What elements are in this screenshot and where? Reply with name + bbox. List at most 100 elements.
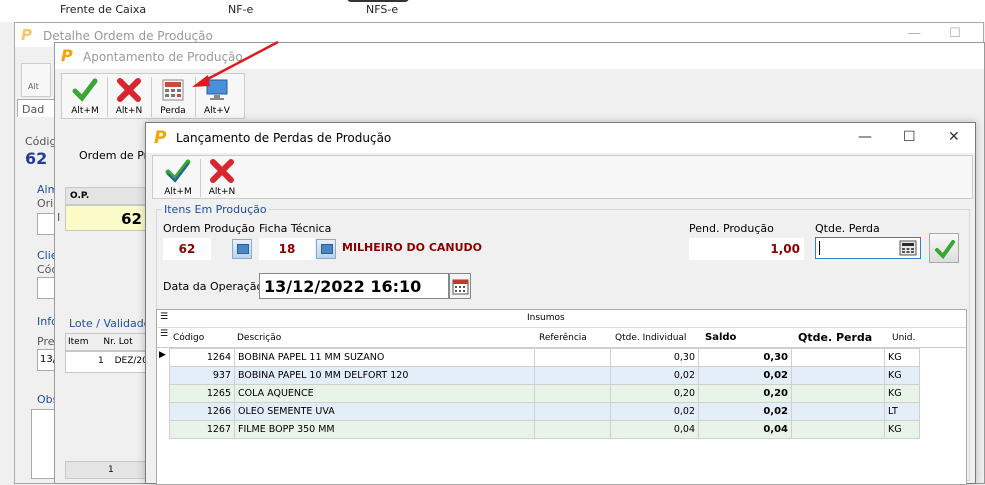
- menu-nfse[interactable]: NFS-e: [366, 3, 398, 16]
- cell-qtde-perda[interactable]: [791, 348, 885, 367]
- op-column-header[interactable]: O.P.: [65, 187, 147, 205]
- data-operacao-label: Data da Operação:: [163, 280, 267, 293]
- cell-referencia[interactable]: [534, 420, 611, 439]
- cell-codigo[interactable]: 937: [169, 366, 235, 385]
- cell-qtde-individual[interactable]: 0,02: [610, 366, 699, 385]
- minimize-button[interactable]: —: [908, 26, 921, 41]
- confirm-button[interactable]: Alt+M: [65, 75, 105, 119]
- cell-unid[interactable]: KG: [884, 384, 920, 403]
- cell-qtde-perda[interactable]: [791, 384, 885, 403]
- ordem-producao-value: 62: [178, 242, 196, 256]
- insumo-row[interactable]: 1265 COLA AQUENCE 0,20 0,20 KG: [169, 384, 920, 403]
- col-saldo[interactable]: Saldo: [705, 332, 736, 343]
- lote-row[interactable]: 1 DEZ/20: [65, 351, 147, 373]
- menu-indicator: [347, 0, 409, 2]
- dialog-cancel-button[interactable]: Alt+N: [202, 156, 242, 200]
- confirm-perda-button[interactable]: [929, 233, 959, 263]
- current-row-icon: ▶: [159, 350, 166, 360]
- dialog-title: Lançamento de Perdas de Produção: [176, 131, 392, 145]
- calculator-icon[interactable]: [899, 240, 917, 256]
- op-cell[interactable]: 62: [65, 205, 147, 231]
- cancel-icon: [210, 159, 234, 183]
- cell-codigo[interactable]: 1267: [169, 420, 235, 439]
- qtde-perda-input[interactable]: [815, 237, 921, 259]
- cell-saldo[interactable]: 0,20: [698, 384, 792, 403]
- cell-unid[interactable]: KG: [884, 420, 920, 439]
- cell-qtde-individual[interactable]: 0,20: [610, 384, 699, 403]
- top-menu-bar: Frente de Caixa NF-e NFS-e: [0, 0, 985, 22]
- cell-qtde-individual[interactable]: 0,30: [610, 348, 699, 367]
- cell-descricao[interactable]: BOBINA PAPEL 11 MM SUZANO: [234, 348, 535, 367]
- data-operacao-value: 13/12/2022 16:10: [264, 277, 422, 296]
- lote-pager[interactable]: 1: [65, 461, 147, 479]
- calendar-icon: [452, 279, 469, 295]
- ficha-lookup-button[interactable]: [316, 239, 336, 259]
- col-referencia[interactable]: Referência: [539, 333, 587, 343]
- cell-referencia[interactable]: [534, 366, 611, 385]
- ficha-tecnica-value-box: 18: [259, 238, 315, 260]
- app-logo-icon: P: [154, 128, 167, 148]
- cell-codigo[interactable]: 1264: [169, 348, 235, 367]
- data-operacao-input[interactable]: 13/12/2022 16:10: [259, 273, 449, 299]
- calendar-button[interactable]: [449, 273, 471, 299]
- item-header[interactable]: Item: [68, 337, 89, 347]
- cell-saldo[interactable]: 0,04: [698, 420, 792, 439]
- insumo-row[interactable]: 1267 FILME BOPP 350 MM 0,04 0,04 KG: [169, 420, 920, 439]
- menu-frente-caixa[interactable]: Frente de Caixa: [60, 3, 146, 16]
- column-chooser-icon[interactable]: ☰: [160, 329, 168, 339]
- cell-unid[interactable]: KG: [884, 348, 920, 367]
- maximize-button[interactable]: ☐: [903, 129, 916, 145]
- insumos-table: 1264 BOBINA PAPEL 11 MM SUZANO 0,30 0,30 KG 9…: [169, 348, 920, 439]
- pend-producao-value: 1,00: [770, 242, 800, 256]
- cell-qtde-perda[interactable]: [791, 366, 885, 385]
- cell-saldo[interactable]: 0,02: [698, 366, 792, 385]
- maximize-button[interactable]: ☐: [949, 26, 961, 41]
- cell-referencia[interactable]: [534, 348, 611, 367]
- lancamento-perdas-dialog: P Lançamento de Perdas de Produção — ☐ ✕…: [145, 122, 976, 485]
- cell-codigo[interactable]: 1265: [169, 384, 235, 403]
- tab-dados[interactable]: Dad: [17, 99, 55, 117]
- cell-descricao[interactable]: FILME BOPP 350 MM: [234, 420, 535, 439]
- cell-referencia[interactable]: [534, 384, 611, 403]
- menu-nfe[interactable]: NF-e: [228, 3, 253, 16]
- text-cursor: [819, 241, 820, 255]
- cell-referencia[interactable]: [534, 402, 611, 421]
- op-header-label: O.P.: [70, 191, 90, 201]
- cell-qtde-perda[interactable]: [791, 402, 885, 421]
- cell-saldo[interactable]: 0,30: [698, 348, 792, 367]
- col-unid[interactable]: Unid.: [892, 333, 915, 343]
- insumos-band: ☰ Insumos: [157, 310, 966, 328]
- obs-field[interactable]: [31, 409, 55, 479]
- dialog-confirm-button[interactable]: Alt+M: [158, 156, 198, 200]
- cell-saldo[interactable]: 0,02: [698, 402, 792, 421]
- ordem-lookup-button[interactable]: [232, 239, 252, 259]
- cell-codigo[interactable]: 1266: [169, 402, 235, 421]
- toolbar-separator: [107, 77, 108, 117]
- insumo-row[interactable]: 937 BOBINA PAPEL 10 MM DELFORT 120 0,02 0,0…: [169, 366, 920, 385]
- cell-descricao[interactable]: BOBINA PAPEL 10 MM DELFORT 120: [234, 366, 535, 385]
- cancel-button[interactable]: Alt+N: [109, 75, 149, 119]
- insumo-row[interactable]: 1264 BOBINA PAPEL 11 MM SUZANO 0,30 0,30 KG: [169, 348, 920, 367]
- toolbar-separator: [151, 77, 152, 117]
- insumo-row[interactable]: 1266 OLEO SEMENTE UVA 0,02 0,02 LT: [169, 402, 920, 421]
- cell-descricao[interactable]: COLA AQUENCE: [234, 384, 535, 403]
- tab-dados-label: Dad: [22, 103, 45, 116]
- ordem-producao-label: Ordem de Pro: [79, 149, 155, 162]
- col-codigo[interactable]: Código: [173, 333, 204, 343]
- col-qtde-individual[interactable]: Qtde. Individual: [615, 333, 686, 343]
- detalhe-toolbar-button[interactable]: Alt: [21, 63, 51, 97]
- grid-menu-icon[interactable]: ☰: [160, 312, 168, 322]
- qtde-perda-label: Qtde. Perda: [815, 222, 880, 235]
- cell-qtde-individual[interactable]: 0,04: [610, 420, 699, 439]
- cell-descricao[interactable]: OLEO SEMENTE UVA: [234, 402, 535, 421]
- cell-unid[interactable]: KG: [884, 366, 920, 385]
- cell-qtde-individual[interactable]: 0,02: [610, 402, 699, 421]
- cell-qtde-perda[interactable]: [791, 420, 885, 439]
- insumos-header-row: ☰ Código Descrição Referência Qtde. Indi…: [157, 328, 966, 348]
- nr-lote-header[interactable]: Nr. Lot: [103, 337, 132, 347]
- minimize-button[interactable]: —: [858, 129, 872, 145]
- close-button[interactable]: ✕: [948, 129, 960, 145]
- col-descricao[interactable]: Descrição: [237, 333, 281, 343]
- col-qtde-perda[interactable]: Qtde. Perda: [798, 331, 872, 344]
- cell-unid[interactable]: LT: [884, 402, 920, 421]
